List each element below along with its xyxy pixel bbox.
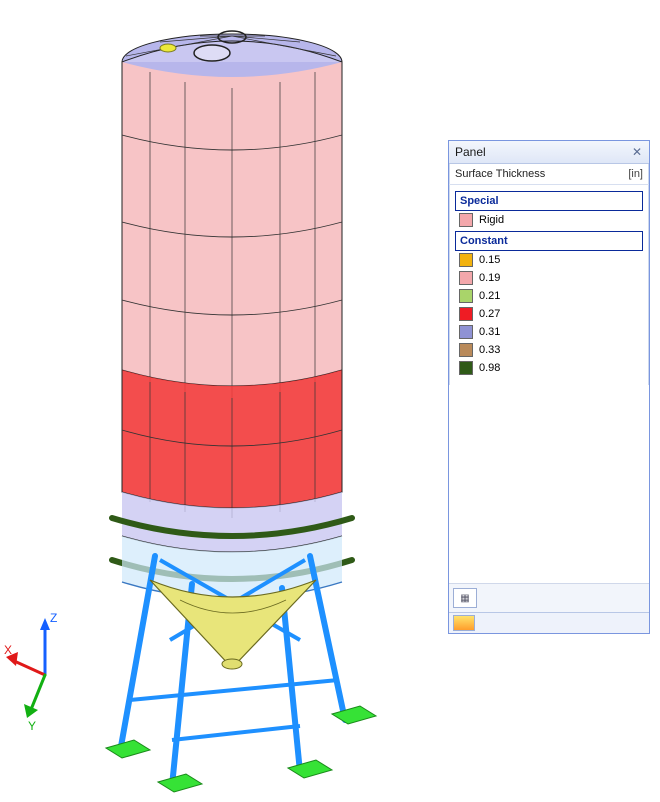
axis-triad [6, 618, 50, 718]
legend-value: 0.15 [479, 254, 500, 266]
axis-y-label: Y [28, 719, 36, 733]
legend-value: 0.33 [479, 344, 500, 356]
swatch [459, 289, 473, 303]
group-constant: Constant [455, 231, 643, 251]
swatch [459, 307, 473, 321]
panel-footer: ▦ [449, 583, 649, 612]
panel-title-text: Panel [455, 145, 629, 159]
axis-x-label: X [4, 643, 12, 657]
legend-row[interactable]: 0.15 [455, 251, 643, 269]
panel-tab[interactable] [453, 615, 475, 631]
legend-value: 0.31 [479, 326, 500, 338]
swatch [459, 343, 473, 357]
legend-row[interactable]: 0.19 [455, 269, 643, 287]
legend-panel[interactable]: Panel ✕ Surface Thickness [in] Special R… [448, 140, 650, 634]
panel-subheader: Surface Thickness [in] [449, 164, 649, 185]
legend-value: 0.21 [479, 290, 500, 302]
legend-row-rigid[interactable]: Rigid [455, 211, 643, 229]
axis-z-label: Z [50, 611, 57, 625]
close-icon[interactable]: ✕ [629, 144, 645, 160]
panel-tabbar [449, 612, 649, 633]
panel-unit: [in] [628, 168, 643, 180]
legend-row[interactable]: 0.33 [455, 341, 643, 359]
legend-value: 0.19 [479, 272, 500, 284]
legend-value: 0.27 [479, 308, 500, 320]
swatch [459, 325, 473, 339]
swatch [459, 253, 473, 267]
footer-button[interactable]: ▦ [453, 588, 477, 608]
legend-row[interactable]: 0.98 [455, 359, 643, 377]
swatch-rigid [459, 213, 473, 227]
group-special: Special [455, 191, 643, 211]
swatch [459, 271, 473, 285]
legend-label-rigid: Rigid [479, 214, 504, 226]
panel-titlebar[interactable]: Panel ✕ [449, 141, 649, 164]
swatch [459, 361, 473, 375]
legend-value: 0.98 [479, 362, 500, 374]
legend-row[interactable]: 0.27 [455, 305, 643, 323]
legend-row[interactable]: 0.31 [455, 323, 643, 341]
legend-row[interactable]: 0.21 [455, 287, 643, 305]
panel-subtitle: Surface Thickness [455, 168, 628, 180]
legend-body: Special Rigid Constant 0.15 0.19 0.21 0.27 0… [449, 185, 649, 385]
